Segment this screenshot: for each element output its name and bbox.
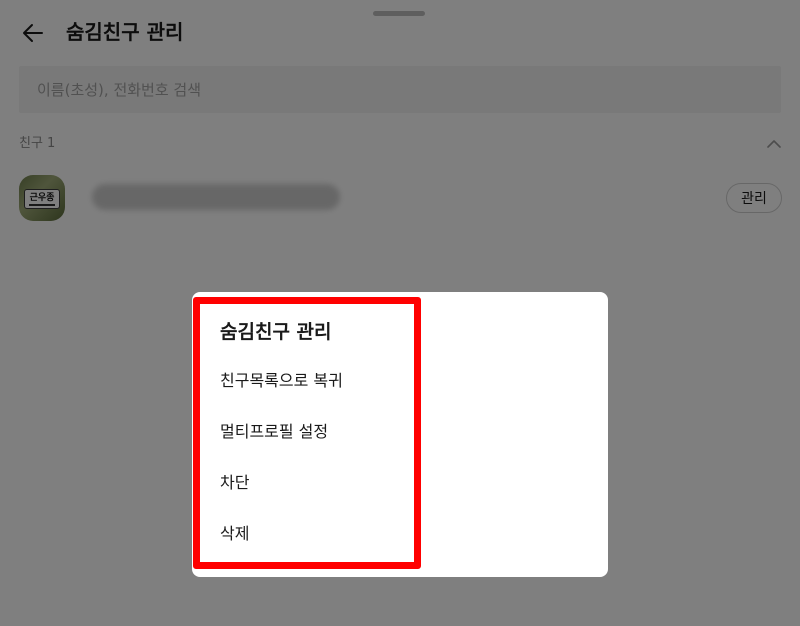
menu-item-delete[interactable]: 삭제 bbox=[220, 523, 249, 545]
hidden-friend-menu-dialog: 숨김친구 관리 친구목록으로 복귀 멀티프로필 설정 차단 삭제 bbox=[192, 292, 608, 577]
dialog-title: 숨김친구 관리 bbox=[220, 321, 332, 343]
menu-item-multi-profile-settings[interactable]: 멀티프로필 설정 bbox=[220, 421, 328, 443]
menu-item-restore-to-friends[interactable]: 친구목록으로 복귀 bbox=[220, 370, 343, 392]
menu-item-block[interactable]: 차단 bbox=[220, 472, 249, 494]
